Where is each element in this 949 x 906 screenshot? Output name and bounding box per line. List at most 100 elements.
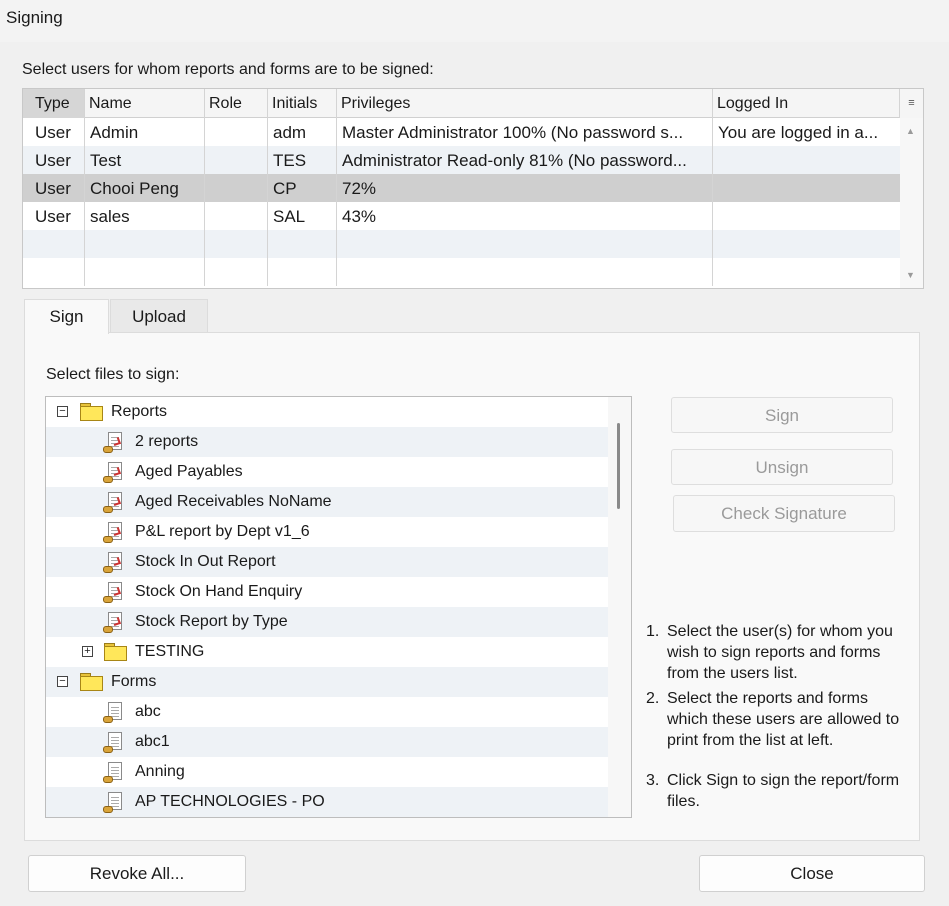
close-button[interactable]: Close [699,855,925,892]
cell-empty [713,230,900,258]
cell-logged-in [713,174,900,202]
tree-file-node[interactable]: 2 reports [46,427,608,457]
form-file-icon [103,762,125,783]
cell-privileges: Master Administrator 100% (No password s… [337,118,713,146]
cell-role [205,146,268,174]
empty-row [23,258,900,286]
collapse-toggle-icon[interactable]: − [57,406,68,417]
cell-empty [85,258,205,286]
table-row-selected[interactable]: User Chooi Peng CP 72% [23,174,900,202]
revoke-all-button[interactable]: Revoke All... [28,855,246,892]
cell-empty [337,230,713,258]
users-table[interactable]: Type Name Role Initials Privileges Logge… [22,88,924,289]
tree-file-node[interactable]: Aged Payables [46,457,608,487]
sign-button[interactable]: Sign [671,397,893,433]
check-signature-button[interactable]: Check Signature [673,495,895,532]
cell-initials: CP [268,174,337,202]
tree-node-label: 2 reports [135,433,199,450]
tree-node-label: AP TECHNOLOGIES - PO [135,793,325,810]
cell-name: sales [85,202,205,230]
collapse-toggle-icon[interactable]: − [57,676,68,687]
tree-file-node[interactable]: Anning [46,757,608,787]
tree-folder-node[interactable]: + TESTING [46,637,608,667]
window-title: Signing [6,8,63,27]
signed-report-icon [103,552,125,573]
column-header-type[interactable]: Type [23,89,85,118]
signed-report-icon [103,612,125,633]
scroll-up-icon[interactable]: ▲ [906,126,915,136]
cell-logged-in [713,146,900,174]
tree-file-node[interactable]: Stock Report by Type [46,607,608,637]
tree-file-node[interactable]: AP TECHNOLOGIES - PO [46,787,608,817]
step-number: 1. [646,623,660,640]
cell-empty [268,258,337,286]
cell-name: Test [85,146,205,174]
tree-file-node[interactable]: Stock In Out Report [46,547,608,577]
tree-scrollbar[interactable] [608,397,631,817]
cell-name: Chooi Peng [85,174,205,202]
cell-empty [23,230,85,258]
scroll-down-icon[interactable]: ▼ [906,270,915,280]
unsign-button[interactable]: Unsign [671,449,893,485]
table-row[interactable]: User Admin adm Master Administrator 100%… [23,118,900,146]
cell-type: User [23,174,85,202]
cell-empty [85,230,205,258]
signed-report-icon [103,522,125,543]
tree-file-node[interactable]: abc1 [46,727,608,757]
table-row[interactable]: User Test TES Administrator Read-only 81… [23,146,900,174]
table-row[interactable]: User sales SAL 43% [23,202,900,230]
cell-role [205,118,268,146]
scroll-thumb[interactable] [617,423,620,509]
tree-file-node[interactable]: abc [46,697,608,727]
column-chooser-icon[interactable]: ≡ [900,89,923,118]
cell-empty [23,258,85,286]
tree-node-label: abc1 [135,733,170,750]
step-text: Select the user(s) for whom you wish to … [667,623,893,682]
form-file-icon [103,792,125,813]
cell-initials: TES [268,146,337,174]
column-header-privileges[interactable]: Privileges [337,89,713,118]
cell-type: User [23,146,85,174]
signed-report-icon [103,582,125,603]
tree-file-node[interactable]: Stock On Hand Enquiry [46,577,608,607]
tab-sign[interactable]: Sign [24,299,109,334]
cell-initials: SAL [268,202,337,230]
form-file-icon [103,732,125,753]
signed-report-icon [103,462,125,483]
step-text: Click Sign to sign the report/form files… [667,772,900,810]
cell-empty [205,258,268,286]
tree-node-label: Aged Receivables NoName [135,493,332,510]
title-bar: Signing [0,0,949,42]
tree-node-label: Reports [111,403,168,420]
tree-node-label: Stock On Hand Enquiry [135,583,303,600]
expand-toggle-icon[interactable]: + [82,646,93,657]
users-scrollbar[interactable]: ▲ ▼ [900,118,923,288]
step-text: Select the reports and forms which these… [667,690,900,749]
tree-folder-node[interactable]: − Reports [46,397,608,427]
file-tree[interactable]: − Reports 2 reports Aged Payables Aged Recei… [45,396,632,818]
cell-logged-in [713,202,900,230]
cell-privileges: 72% [337,174,713,202]
users-table-header: Type Name Role Initials Privileges Logge… [23,89,923,118]
column-header-role[interactable]: Role [205,89,268,118]
cell-empty [205,230,268,258]
users-table-body: User Admin adm Master Administrator 100%… [23,118,900,286]
users-caption: Select users for whom reports and forms … [22,61,434,78]
column-header-logged-in[interactable]: Logged In [713,89,900,118]
signed-report-icon [103,492,125,513]
column-header-name[interactable]: Name [85,89,205,118]
tab-upload[interactable]: Upload [110,299,208,333]
tree-node-label: Stock In Out Report [135,553,276,570]
tree-file-node[interactable]: Aged Receivables NoName [46,487,608,517]
tree-node-label: Forms [111,673,157,690]
form-file-icon [103,702,125,723]
tree-folder-node[interactable]: − Forms [46,667,608,697]
tree-file-node[interactable]: P&L report by Dept v1_6 [46,517,608,547]
tree-node-label: abc [135,703,161,720]
cell-empty [268,230,337,258]
column-header-initials[interactable]: Initials [268,89,337,118]
folder-icon [80,403,103,421]
step-number: 3. [646,772,660,789]
tree-node-label: Anning [135,763,185,780]
cell-privileges: Administrator Read-only 81% (No password… [337,146,713,174]
